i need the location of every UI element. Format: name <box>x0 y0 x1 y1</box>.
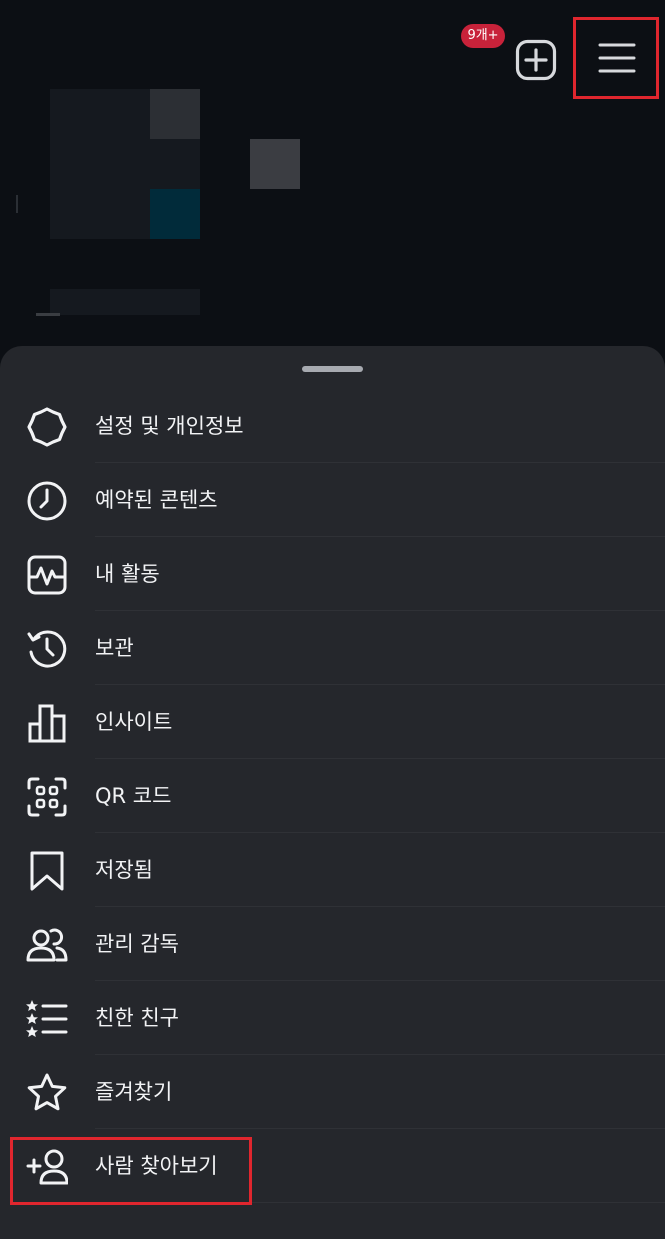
menu-item-saved[interactable]: 저장됨 <box>0 833 665 907</box>
menu-item-your-activity[interactable]: 내 활동 <box>0 537 665 611</box>
menu-item-label: 설정 및 개인정보 <box>95 414 244 438</box>
menu-item-close-friends[interactable]: 친한 친구 <box>0 981 665 1055</box>
notification-badge[interactable]: 9개+ <box>461 24 505 48</box>
discover-people-highlight-box <box>10 1137 252 1205</box>
archive-history-icon <box>26 628 68 670</box>
menu-item-label: 보관 <box>95 636 134 660</box>
menu-item-favorites[interactable]: 즐겨찾기 <box>0 1055 665 1129</box>
bottom-sheet-menu: 설정 및 개인정보 예약된 콘텐츠 내 활동 보관 인사이트 QR 코드 저장됨… <box>0 346 665 1239</box>
menu-item-scheduled-content[interactable]: 예약된 콘텐츠 <box>0 463 665 537</box>
clock-icon <box>26 480 68 522</box>
menu-item-label: 예약된 콘텐츠 <box>95 488 218 512</box>
masked-block <box>50 289 200 315</box>
menu-item-label: 인사이트 <box>95 710 173 734</box>
menu-item-label: 즐겨찾기 <box>95 1080 173 1104</box>
menu-item-qr-code[interactable]: QR 코드 <box>0 759 665 833</box>
star-icon <box>26 1072 68 1114</box>
drag-handle[interactable] <box>302 366 363 372</box>
menu-item-label: 저장됨 <box>95 858 153 882</box>
menu-item-settings[interactable]: 설정 및 개인정보 <box>0 389 665 463</box>
close-friends-list-icon <box>26 998 68 1040</box>
qr-code-icon <box>26 776 68 818</box>
activity-icon <box>26 554 68 596</box>
bookmark-icon <box>26 850 68 892</box>
masked-block <box>36 313 60 316</box>
masked-block <box>150 89 200 139</box>
settings-gear-icon <box>26 406 68 448</box>
masked-block <box>150 189 200 239</box>
menu-item-label: 내 활동 <box>95 562 160 586</box>
add-icon[interactable] <box>515 39 557 81</box>
menu-item-label: QR 코드 <box>95 784 172 808</box>
menu-item-insights[interactable]: 인사이트 <box>0 685 665 759</box>
supervision-icon <box>26 924 68 966</box>
menu-item-label: 친한 친구 <box>95 1006 179 1030</box>
menu-item-supervision[interactable]: 관리 감독 <box>0 907 665 981</box>
menu-highlight-box <box>573 17 659 99</box>
masked-block <box>250 139 300 189</box>
menu-item-archive[interactable]: 보관 <box>0 611 665 685</box>
masked-block <box>16 195 18 213</box>
bar-chart-icon <box>26 702 68 744</box>
menu-item-label: 관리 감독 <box>95 932 179 956</box>
